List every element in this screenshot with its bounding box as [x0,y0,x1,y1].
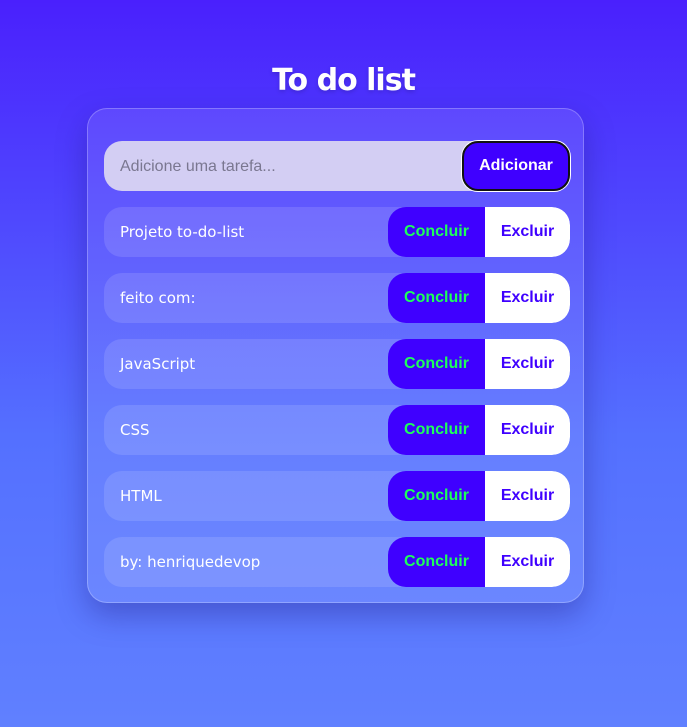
delete-button[interactable]: Excluir [485,339,570,389]
complete-button[interactable]: Concluir [388,207,485,257]
task-item: CSS Concluir Excluir [104,405,570,455]
complete-button[interactable]: Concluir [388,405,485,455]
delete-button[interactable]: Excluir [485,405,570,455]
delete-button[interactable]: Excluir [485,207,570,257]
delete-button[interactable]: Excluir [485,471,570,521]
task-text: JavaScript [120,355,196,373]
task-item: feito com: Concluir Excluir [104,273,570,323]
task-item: Projeto to-do-list Concluir Excluir [104,207,570,257]
complete-button[interactable]: Concluir [388,537,485,587]
complete-button[interactable]: Concluir [388,339,485,389]
task-item: JavaScript Concluir Excluir [104,339,570,389]
add-button[interactable]: Adicionar [462,141,570,191]
complete-button[interactable]: Concluir [388,273,485,323]
task-item: HTML Concluir Excluir [104,471,570,521]
task-item: by: henriquedevop Concluir Excluir [104,537,570,587]
add-task-form: Adicionar [104,141,570,193]
task-text: by: henriquedevop [120,553,261,571]
delete-button[interactable]: Excluir [485,273,570,323]
task-text: feito com: [120,289,196,307]
delete-button[interactable]: Excluir [485,537,570,587]
task-input[interactable] [104,141,472,193]
task-text: Projeto to-do-list [120,223,245,241]
task-text: HTML [120,487,162,505]
complete-button[interactable]: Concluir [388,471,485,521]
task-text: CSS [120,421,150,439]
todo-card: Adicionar Projeto to-do-list Concluir Ex… [87,108,584,603]
page-title: To do list [272,63,416,98]
